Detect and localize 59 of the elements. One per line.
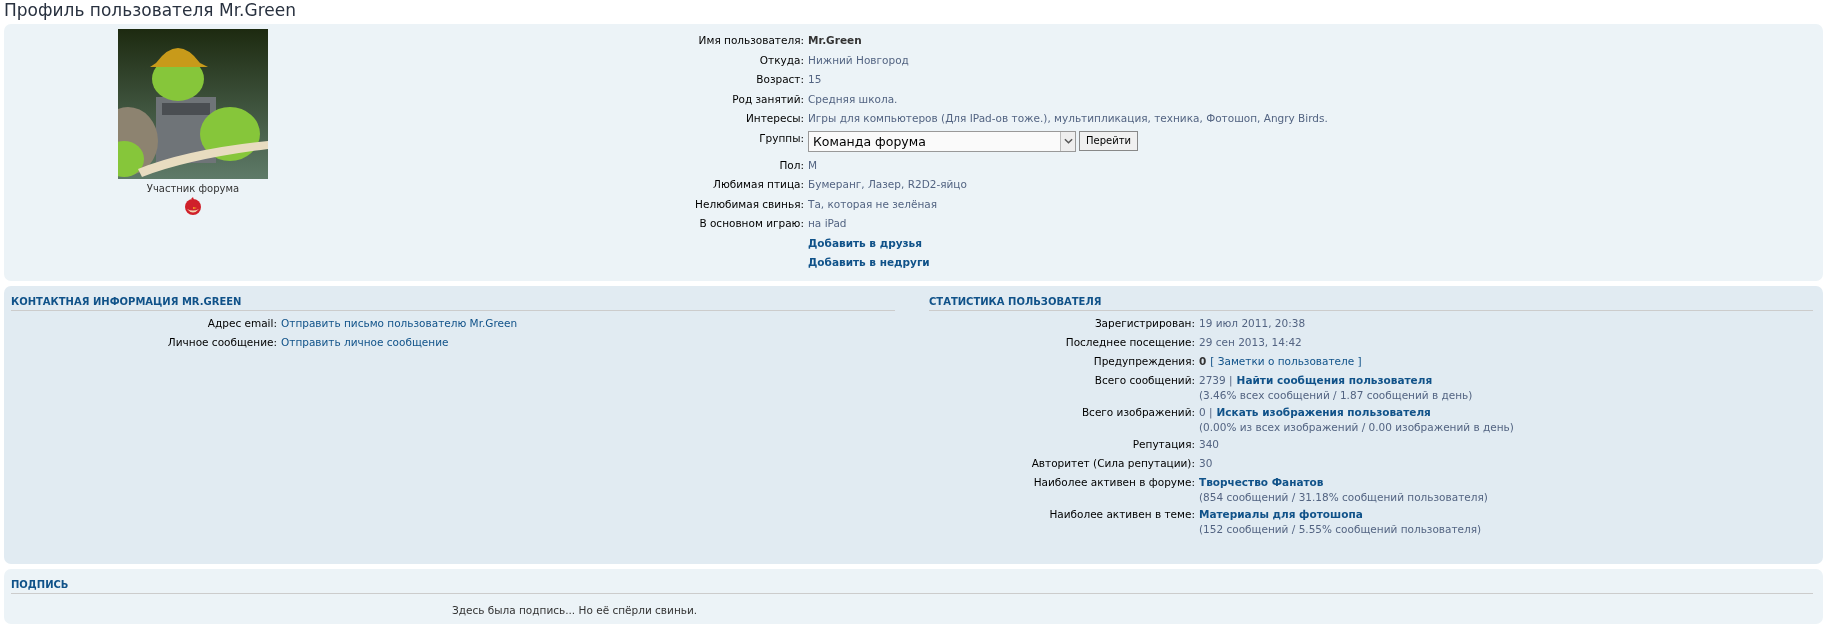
field-value: Та, которая не зелёная: [808, 196, 939, 212]
field-label: Всего сообщений:: [1093, 373, 1196, 388]
stat-value: 29 сен 2013, 14:42: [1199, 335, 1302, 350]
stat-value: 19 июл 2011, 20:38: [1199, 316, 1306, 331]
field-value: М: [808, 157, 819, 173]
contact-link[interactable]: Отправить письмо пользователю Mr.Green: [281, 316, 895, 331]
section-header: КОНТАКТНАЯ ИНФОРМАЦИЯ MR.GREEN: [11, 292, 895, 311]
field-label: Группы:: [758, 130, 805, 146]
stat-link[interactable]: Искать изображения пользователя: [1216, 405, 1431, 420]
field-label: Предупреждения:: [1092, 354, 1196, 369]
field-label: Нелюбимая свинья:: [694, 196, 805, 212]
section-header: СТАТИСТИКА ПОЛЬЗОВАТЕЛЯ: [929, 292, 1813, 311]
stat-link[interactable]: [ Заметки о пользователе ]: [1210, 354, 1362, 369]
stat-link[interactable]: Найти сообщения пользователя: [1236, 373, 1433, 388]
field-label: Авторитет (Сила репутации):: [1030, 456, 1196, 471]
stat-note: (3.46% всех сообщений / 1.87 сообщений в день): [1199, 388, 1474, 403]
profile-link[interactable]: Добавить в недруги: [808, 256, 930, 269]
field-label: Репутация:: [1131, 437, 1196, 452]
signature-text: Здесь была подпись... Но её спёрли свиньи.: [451, 603, 699, 616]
field-value: Mr.Green: [808, 33, 863, 48]
stat-value: 0 |: [1199, 405, 1213, 420]
stat-note: (152 сообщений / 5.55% сообщений пользователя): [1199, 522, 1483, 537]
field-label: Наиболее активен в форуме:: [1032, 475, 1196, 490]
stat-link[interactable]: Творчество Фанатов: [1199, 475, 1324, 490]
field-label: Род занятий:: [731, 91, 805, 107]
field-label: Зарегистрирован:: [1093, 316, 1196, 331]
stat-value: 340: [1199, 437, 1220, 452]
field-label: Адрес email:: [206, 316, 278, 331]
stat-value: 30: [1199, 456, 1213, 471]
field-label: Всего изображений:: [1080, 405, 1196, 420]
field-label: В основном играю:: [698, 216, 805, 232]
stat-note: (854 сообщений / 31.18% сообщений пользователя): [1199, 490, 1489, 505]
field-value: Игры для компьютеров (Для IPad-ов тоже.), мультипликация, техника, Фотошоп, Angry Birds.: [808, 111, 1328, 127]
field-label: Интересы:: [744, 111, 805, 127]
go-button[interactable]: Перейти: [1079, 130, 1138, 151]
rank-title: Участник форума: [146, 183, 240, 194]
field-value: Нижний Новгород: [808, 52, 910, 68]
field-label: Откуда:: [758, 52, 805, 68]
field-value: Бумеранг, Лазер, R2D2-яйцо: [808, 177, 968, 193]
field-label: Наиболее активен в теме:: [1048, 507, 1196, 522]
field-value: на iPad: [808, 216, 848, 232]
field-label: Имя пользователя:: [697, 33, 805, 48]
stat-value: 2739 |: [1199, 373, 1233, 388]
stat-link[interactable]: Материалы для фотошопа: [1199, 507, 1363, 522]
field-label: Последнее посещение:: [1064, 335, 1196, 350]
field-label: Пол:: [778, 157, 805, 173]
bird-icon: [183, 196, 203, 216]
profile-link[interactable]: Добавить в друзья: [808, 236, 922, 249]
contact-link[interactable]: Отправить личное сообщение: [281, 335, 895, 350]
section-header: ПОДПИСЬ: [11, 575, 1813, 594]
field-label: Возраст:: [755, 72, 805, 88]
page-title: Профиль пользователя Mr.Green: [4, 0, 297, 22]
field-label: Личное сообщение:: [166, 335, 278, 350]
field-label: Любимая птица:: [712, 177, 805, 193]
field-value: 15: [808, 72, 823, 88]
group-select[interactable]: Команда форума: [808, 130, 1076, 152]
stat-value: 0: [1199, 354, 1207, 369]
field-value: Средняя школа.: [808, 91, 899, 107]
stat-note: (0.00% из всех изображений / 0.00 изображений в день): [1199, 420, 1515, 435]
